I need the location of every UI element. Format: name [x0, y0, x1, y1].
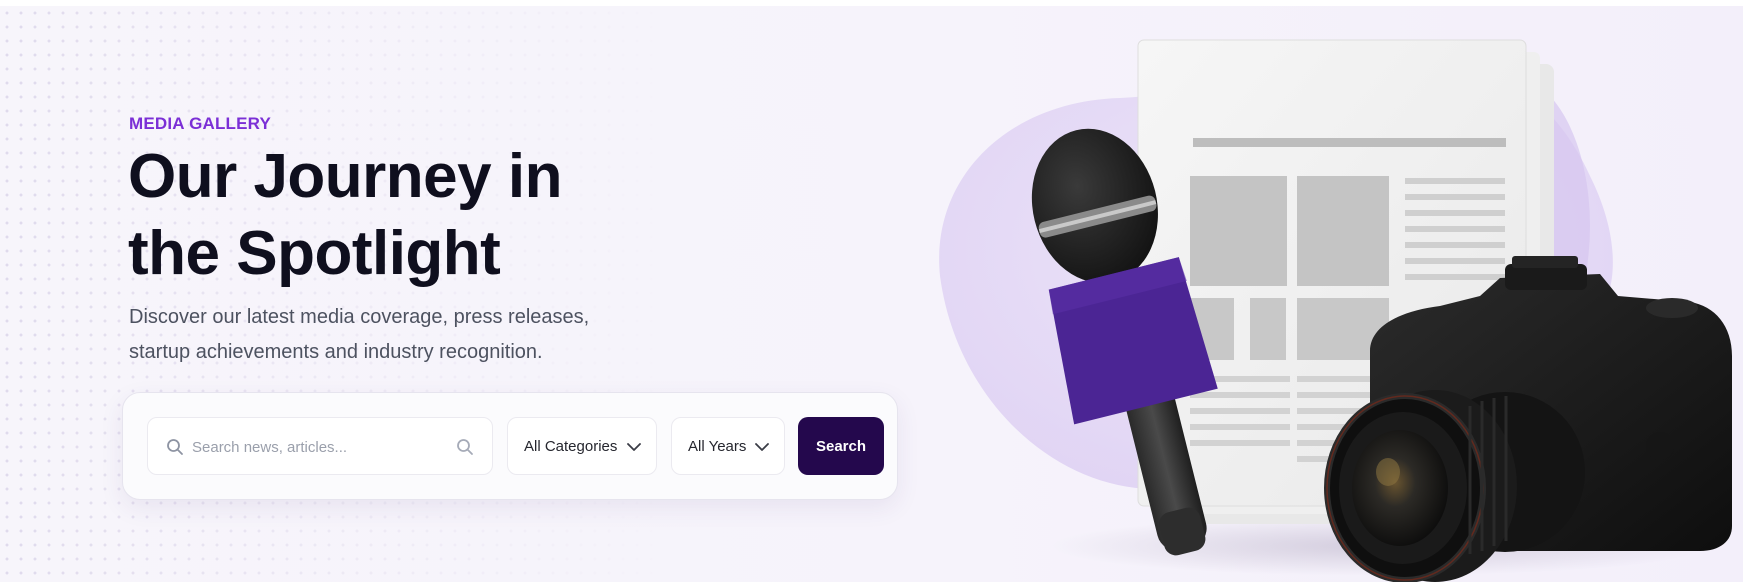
- page-title: Our Journey in the Spotlight: [128, 138, 768, 292]
- subtitle-line-1: Discover our latest media coverage, pres…: [129, 306, 590, 328]
- year-select-value: All Years: [688, 437, 747, 455]
- title-line-2: the Spotlight: [128, 219, 501, 288]
- chevron-down-icon: [755, 443, 769, 451]
- hero-subtitle: Discover our latest media coverage, pres…: [129, 300, 689, 370]
- media-illustration: [939, 39, 1732, 582]
- category-select-value: All Categories: [524, 437, 618, 455]
- search-filter-card: All Categories All Years Search: [122, 392, 898, 500]
- subtitle-line-2: startup achievements and industry recogn…: [129, 341, 543, 363]
- year-select[interactable]: All Years: [671, 417, 785, 475]
- category-select[interactable]: All Categories: [507, 417, 657, 475]
- eyebrow-label: MEDIA GALLERY: [129, 114, 272, 133]
- hero-section: MEDIA GALLERY Our Journey in the Spotlig…: [0, 6, 1743, 582]
- search-box[interactable]: [147, 417, 493, 475]
- title-line-1: Our Journey in: [128, 142, 562, 211]
- chevron-down-icon: [627, 443, 641, 451]
- search-icon: [167, 439, 183, 455]
- search-button[interactable]: Search: [798, 417, 884, 475]
- search-submit-icon[interactable]: [455, 437, 475, 457]
- search-input[interactable]: [192, 434, 432, 460]
